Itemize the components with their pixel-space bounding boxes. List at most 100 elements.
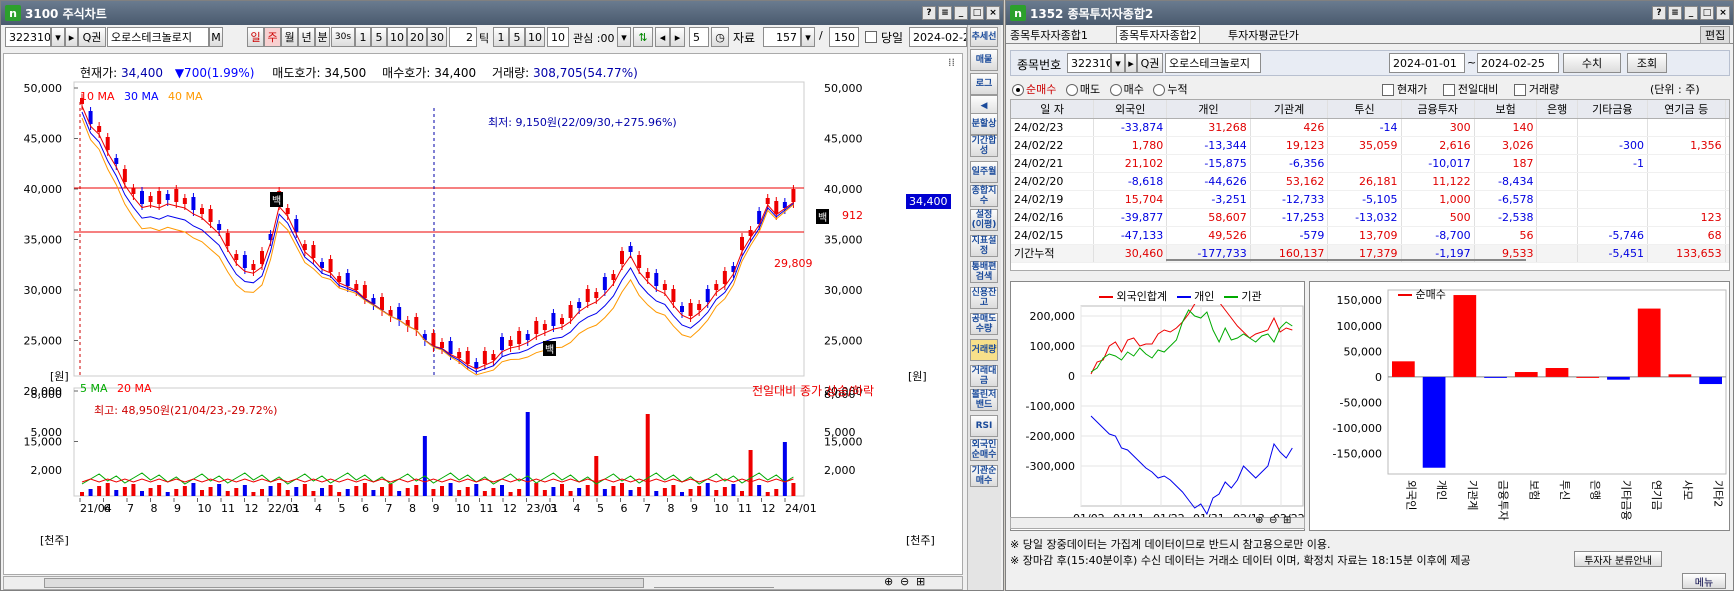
line-zoom-out-icon[interactable]: ⊖: [1269, 515, 1277, 526]
check-volume[interactable]: [1513, 84, 1526, 96]
zoom-out-icon[interactable]: ⊖: [900, 575, 909, 588]
side-button-14[interactable]: 거래대금: [970, 365, 998, 387]
minimize-icon-2[interactable]: _: [1684, 6, 1698, 20]
side-button-17[interactable]: 외국인순매수: [970, 439, 998, 461]
table-row[interactable]: 24/02/22 1,780 -13,344 19,123 35,059 2,616 3,0…: [1011, 136, 1729, 155]
maximize-icon[interactable]: □: [970, 6, 984, 20]
line-zoom-in-icon[interactable]: ⊕: [1255, 515, 1263, 526]
line-fit-icon[interactable]: ⊞: [1283, 515, 1291, 526]
tab-year[interactable]: 년: [298, 27, 315, 47]
table-row[interactable]: 24/02/19 15,704 -3,251 -12,733 -5,105 1,000 -6…: [1011, 190, 1729, 209]
side-button-13[interactable]: 거래량: [970, 339, 998, 361]
side-button-15[interactable]: 볼린저밴드: [970, 389, 998, 411]
table-header[interactable]: 보험: [1474, 100, 1538, 119]
investor-class-button[interactable]: 투자자 분류안내: [1574, 551, 1662, 567]
menu-icon-2[interactable]: ≡: [1668, 6, 1682, 20]
price-chart-svg[interactable]: 50,000 50,00045,000 45,00040,000 40,00035,0…: [4, 54, 964, 576]
m-button[interactable]: M: [209, 27, 223, 47]
chart-scrollbar[interactable]: ⊕ ⊖ ⊞: [3, 575, 963, 590]
code-dropdown-icon-2[interactable]: ▾: [1111, 53, 1125, 73]
radio-cumulative[interactable]: [1153, 84, 1166, 96]
next-arrow-icon[interactable]: ▸: [65, 27, 78, 47]
table-header[interactable]: 은행: [1536, 100, 1578, 119]
table-header[interactable]: 일 자: [1011, 100, 1095, 119]
menu-button[interactable]: 메뉴: [1682, 573, 1726, 589]
line-chart-scroll[interactable]: ⊕ ⊖ ⊞: [1010, 515, 1305, 529]
side-button-1[interactable]: 매물: [970, 49, 998, 71]
side-button-7[interactable]: 종합지수: [970, 185, 998, 207]
tab-minute[interactable]: 분: [315, 27, 330, 47]
side-button-11[interactable]: 신용잔고: [970, 287, 998, 309]
clock-icon[interactable]: ◷: [711, 27, 729, 47]
date-input[interactable]: 2024-02-2: [909, 27, 967, 47]
data-dropdown-icon[interactable]: ▾: [801, 27, 815, 47]
tick-1[interactable]: 1: [493, 27, 509, 47]
interval-5[interactable]: 5: [371, 27, 387, 47]
tab-day[interactable]: 일: [247, 27, 264, 47]
help-icon[interactable]: ?: [922, 6, 936, 20]
minimize-icon[interactable]: _: [954, 6, 968, 20]
table-row[interactable]: 24/02/21 21,102 -15,875 -6,356 -10,017 187 -1: [1011, 154, 1729, 173]
minute-30s[interactable]: 30s: [331, 27, 355, 47]
table-header[interactable]: 외국인: [1093, 100, 1168, 119]
prev-icon[interactable]: ◂: [655, 27, 670, 47]
value-button[interactable]: 수치: [1563, 53, 1621, 73]
today-checkbox[interactable]: [865, 31, 877, 43]
radio-buy[interactable]: [1109, 84, 1122, 96]
table-header[interactable]: 금융투자: [1401, 100, 1475, 119]
scroll-thumb[interactable]: [44, 578, 644, 588]
side-button-18[interactable]: 기관순매수: [970, 465, 998, 487]
date-from-input[interactable]: 2024-01-01: [1389, 53, 1465, 73]
code-input[interactable]: 322310: [1067, 53, 1111, 73]
bar-chart-svg[interactable]: 150,000 100,000 50,000 0 -50,000 -100,000 -150…: [1310, 282, 1731, 532]
tab-investor1[interactable]: 종목투자자종합1: [1010, 27, 1088, 43]
table-header[interactable]: 개인: [1166, 100, 1251, 119]
help-icon-2[interactable]: ?: [1652, 6, 1666, 20]
tab-month[interactable]: 월: [281, 27, 298, 47]
table-scroll[interactable]: [1166, 259, 1526, 261]
table-header[interactable]: 사: [1725, 100, 1729, 119]
data-count-input[interactable]: 157: [763, 27, 801, 47]
table-header[interactable]: 연기금 등: [1647, 100, 1726, 119]
table-header[interactable]: 기관계: [1250, 100, 1329, 119]
search-icon[interactable]: Q권: [78, 27, 106, 47]
side-button-9[interactable]: 지표설정: [970, 235, 998, 257]
tick-10[interactable]: 10: [525, 27, 545, 47]
radio-net-buy[interactable]: [1012, 84, 1024, 96]
interval-30[interactable]: 30: [427, 27, 447, 47]
refresh-icon[interactable]: ⇅: [633, 27, 653, 47]
count-input[interactable]: 5: [689, 27, 709, 47]
next-arrow-icon-2[interactable]: ▸: [1125, 53, 1137, 73]
menu-icon[interactable]: ≡: [938, 6, 952, 20]
table-row[interactable]: 24/02/15 -47,133 49,526 -579 13,709 -8,700 56 -…: [1011, 226, 1729, 245]
table-row[interactable]: 24/02/23 -33,874 31,268 426 -14 300 140: [1011, 118, 1729, 137]
settings-icon[interactable]: ⁞⁞: [948, 56, 955, 69]
side-button-8[interactable]: 설정(이평): [970, 209, 998, 231]
line-chart-svg[interactable]: 200,000100,0000-100,000-200,000-300,0000…: [1011, 282, 1306, 532]
tick-value-input[interactable]: 2: [449, 27, 477, 47]
edit-button[interactable]: 편집: [1700, 26, 1731, 44]
tab-week[interactable]: 주: [264, 27, 281, 47]
stock-code-input[interactable]: 322310: [5, 27, 51, 47]
zoom-in-icon[interactable]: ⊕: [884, 575, 893, 588]
interval-20[interactable]: 20: [407, 27, 427, 47]
code-dropdown-icon[interactable]: ▾: [51, 27, 65, 47]
total-input[interactable]: 150: [829, 27, 859, 47]
tab-investor2[interactable]: 종목투자자종합2: [1116, 26, 1200, 43]
side-button-12[interactable]: 공매도수량: [970, 313, 998, 335]
zoom-slider[interactable]: [654, 578, 774, 588]
tick-10-input[interactable]: 10: [547, 27, 569, 47]
check-change[interactable]: [1442, 84, 1455, 96]
investor-table[interactable]: 일 자외국인개인기관계투신금융투자보험은행기타금융연기금 등사24/02/23-…: [1011, 100, 1729, 263]
close-icon-2[interactable]: ×: [1716, 6, 1730, 20]
radio-sell[interactable]: [1065, 84, 1078, 96]
table-header[interactable]: 투신: [1327, 100, 1402, 119]
table-header[interactable]: 기타금융: [1577, 100, 1648, 119]
table-row[interactable]: 24/02/16 -39,877 58,607 -17,253 -13,032 500 -2…: [1011, 208, 1729, 227]
interval-10[interactable]: 10: [387, 27, 407, 47]
check-price[interactable]: [1382, 84, 1394, 96]
tab-avg-price[interactable]: 투자자평균단가: [1228, 27, 1299, 43]
date-to-input[interactable]: 2024-02-25: [1477, 53, 1559, 73]
side-button-10[interactable]: 통배편검색: [970, 261, 998, 283]
query-button[interactable]: 조회: [1627, 53, 1667, 73]
